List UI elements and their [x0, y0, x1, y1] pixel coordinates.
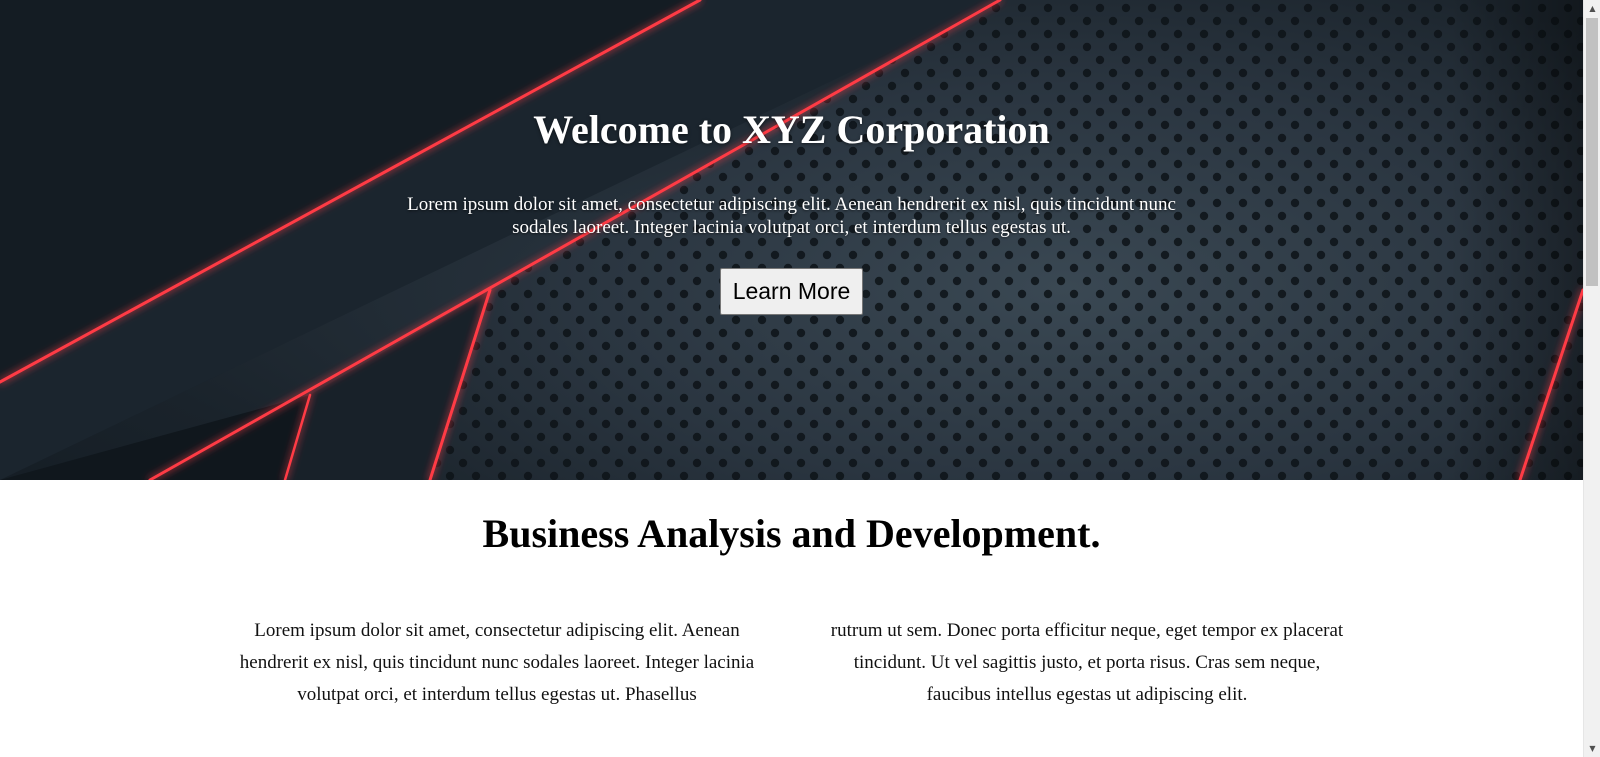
scrollbar-thumb[interactable]: [1586, 18, 1598, 286]
hero-title: Welcome to XYZ Corporation: [533, 107, 1050, 152]
scroll-down-arrow-icon[interactable]: ▼: [1584, 740, 1600, 757]
hero-description: Lorem ipsum dolor sit amet, consectetur …: [407, 194, 1176, 238]
section-text-right: rutrum ut sem. Donec porta efficitur neq…: [830, 620, 1344, 705]
hero-banner: Welcome to XYZ Corporation Lorem ipsum d…: [0, 0, 1583, 480]
vertical-scrollbar[interactable]: ▲ ▼: [1583, 0, 1600, 757]
scroll-up-arrow-icon[interactable]: ▲: [1584, 0, 1600, 17]
learn-more-button[interactable]: Learn More: [720, 268, 863, 315]
section-title: Business Analysis and Development.: [482, 511, 1101, 556]
hero-background-graphic: [0, 0, 1583, 480]
section-text-left: Lorem ipsum dolor sit amet, consectetur …: [239, 620, 755, 705]
page: Welcome to XYZ Corporation Lorem ipsum d…: [0, 0, 1583, 757]
